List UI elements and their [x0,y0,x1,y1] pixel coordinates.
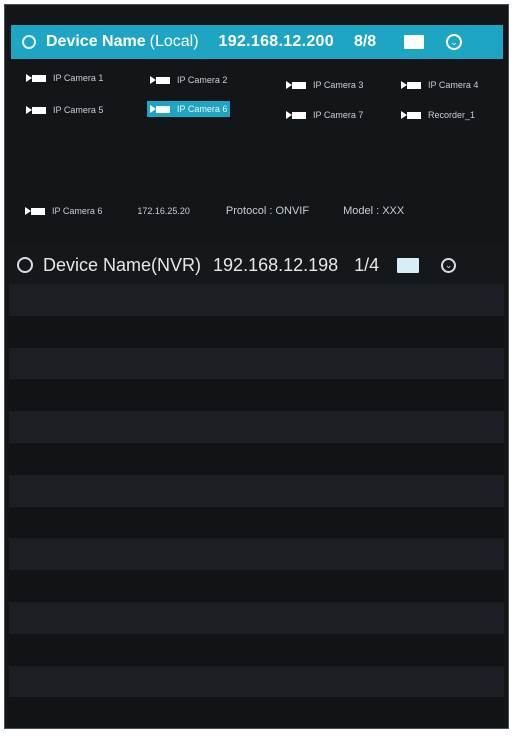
empty-list-rows [9,284,504,728]
monitor-icon[interactable] [404,35,425,49]
nvr-device-header[interactable]: Device Name(NVR) 192.168.12.198 1/4 ⌄ [9,246,504,284]
camera-item-8[interactable]: Recorder_1 [398,107,478,123]
camera-label: IP Camera 5 [53,105,104,115]
camera-icon [401,81,421,89]
camera-item-4[interactable]: IP Camera 4 [398,77,481,93]
device-ip: 192.168.12.200 [218,33,334,50]
camera-label: IP Camera 3 [313,80,364,90]
camera-item-2[interactable]: IP Camera 2 [147,72,230,88]
list-row [9,411,504,443]
camera-icon [286,111,306,119]
device-list-panel: Device Name (Local) 192.168.12.200 8/8 ⌄… [4,4,509,729]
camera-item-6[interactable]: IP Camera 6 [147,101,231,117]
camera-label: IP Camera 1 [53,73,104,83]
monitor-icon[interactable] [397,257,420,273]
camera-icon [286,81,306,89]
list-row [9,284,504,316]
device-type: (Local) [149,33,199,50]
camera-label: IP Camera 6 [177,104,228,114]
chevron-circle-icon[interactable]: ⌄ [446,34,463,50]
chevron-circle-icon[interactable]: ⌄ [441,257,457,273]
camera-icon [401,111,421,119]
camera-icon [26,106,46,114]
camera-icon [25,207,45,215]
list-row [9,506,504,539]
camera-icon [150,105,170,113]
list-row [9,442,504,475]
camera-label: IP Camera 2 [177,75,228,85]
radio-icon[interactable] [17,257,33,273]
detail-protocol: Protocol : ONVIF [225,205,310,217]
detail-camera: IP Camera 6 [25,203,102,219]
channel-count: 8/8 [353,33,377,50]
camera-label: IP Camera 7 [313,110,364,120]
detail-ip: 172.16.25.20 [137,206,190,216]
detail-model: Model : XXX [343,205,405,217]
list-row [9,538,504,571]
device-name: Device Name [46,33,146,50]
list-row [9,379,504,412]
camera-item-3[interactable]: IP Camera 3 [283,77,366,93]
camera-detail-row: IP Camera 6 172.16.25.20 Protocol : ONVI… [25,201,495,221]
list-row [9,601,504,634]
camera-item-7[interactable]: IP Camera 7 [283,107,366,123]
device-name: Device Name(NVR) [43,254,202,275]
list-row [9,474,504,507]
camera-icon [150,76,170,84]
channel-count: 1/4 [354,254,380,275]
list-row [9,697,504,728]
detail-camera-label: IP Camera 6 [52,206,103,216]
list-row [9,570,504,602]
camera-item-5[interactable]: IP Camera 5 [23,102,106,118]
list-row [9,633,504,666]
camera-item-1[interactable]: IP Camera 1 [23,70,106,86]
local-device-header[interactable]: Device Name (Local) 192.168.12.200 8/8 ⌄ [11,25,503,59]
list-row [9,347,504,380]
camera-label: IP Camera 4 [428,80,479,90]
camera-label: Recorder_1 [428,110,476,120]
list-row [9,315,504,348]
list-row [9,665,504,698]
camera-icon [26,74,46,82]
radio-icon[interactable] [22,35,36,49]
device-ip: 192.168.12.198 [213,254,339,275]
